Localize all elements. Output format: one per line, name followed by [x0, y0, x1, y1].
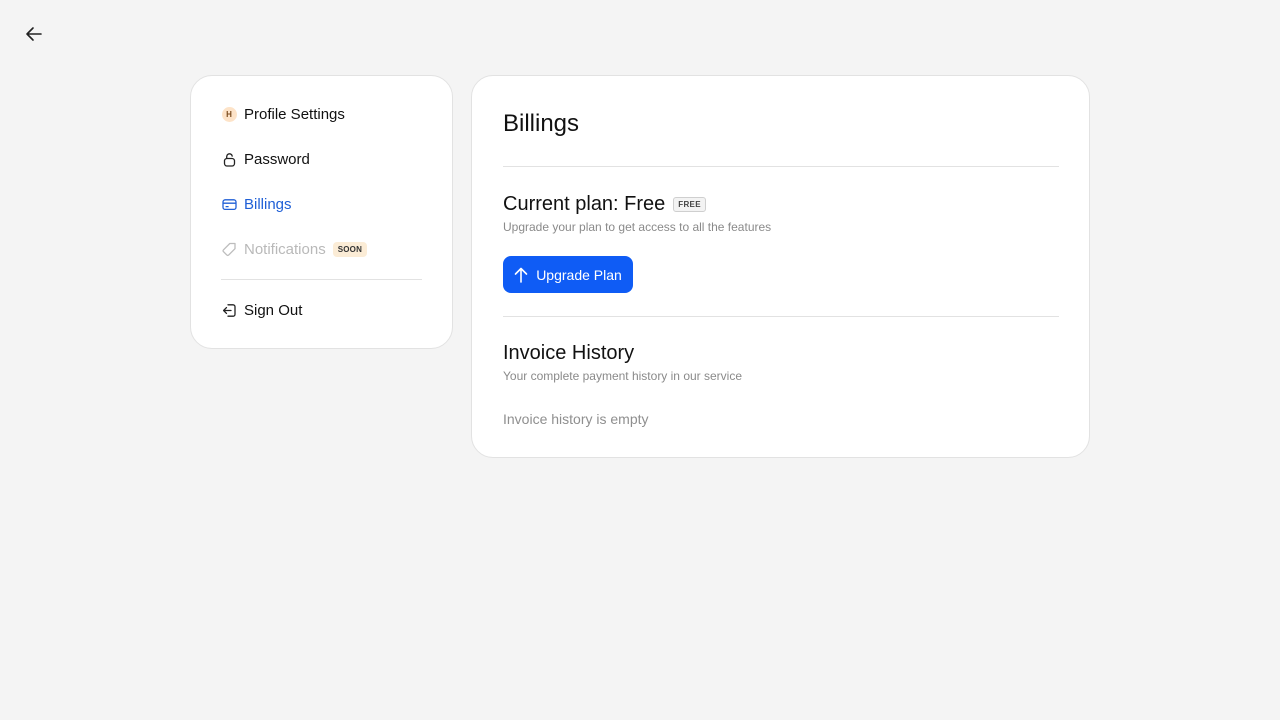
invoice-empty-state: Invoice history is empty — [503, 411, 649, 427]
section-divider — [503, 166, 1059, 167]
sidebar-item-label: Sign Out — [244, 301, 303, 319]
sidebar-item-billings[interactable]: Billings — [221, 192, 292, 216]
sidebar-item-label: Billings — [244, 195, 292, 213]
current-plan-subtitle: Upgrade your plan to get access to all t… — [503, 220, 772, 234]
back-button[interactable] — [22, 22, 46, 46]
lock-icon — [221, 151, 237, 167]
upgrade-plan-button[interactable]: Upgrade Plan — [503, 256, 633, 293]
sidebar-item-notifications: Notifications SOON — [221, 237, 368, 261]
sign-out-icon — [221, 302, 237, 318]
soon-badge: SOON — [332, 241, 368, 257]
sidebar-item-password[interactable]: Password — [221, 147, 310, 171]
invoice-history-title: Invoice History — [503, 342, 635, 364]
sidebar-item-profile-settings[interactable]: H Profile Settings — [221, 102, 345, 126]
section-divider — [503, 316, 1059, 317]
invoice-history-subtitle: Your complete payment history in our ser… — [503, 369, 743, 383]
current-plan-title: Current plan: Free — [503, 193, 666, 215]
avatar: H — [221, 106, 237, 122]
current-plan-heading: Current plan: Free FREE — [503, 193, 706, 216]
tag-icon — [221, 241, 237, 257]
plan-badge: FREE — [673, 197, 706, 212]
sidebar-item-label: Notifications — [244, 240, 326, 258]
settings-sidebar: H Profile Settings Password Billings Not… — [190, 75, 453, 349]
sidebar-divider — [221, 279, 422, 280]
sidebar-item-label: Password — [244, 150, 310, 168]
page-title: Billings — [503, 110, 580, 137]
sidebar-item-label: Profile Settings — [244, 105, 345, 123]
sidebar-item-sign-out[interactable]: Sign Out — [221, 298, 302, 322]
credit-card-icon — [221, 196, 237, 212]
billing-panel: Billings Current plan: Free FREE Upgrade… — [471, 75, 1090, 458]
upgrade-plan-label: Upgrade Plan — [536, 266, 622, 283]
arrow-up-icon — [514, 267, 528, 283]
arrow-left-icon — [26, 27, 42, 41]
